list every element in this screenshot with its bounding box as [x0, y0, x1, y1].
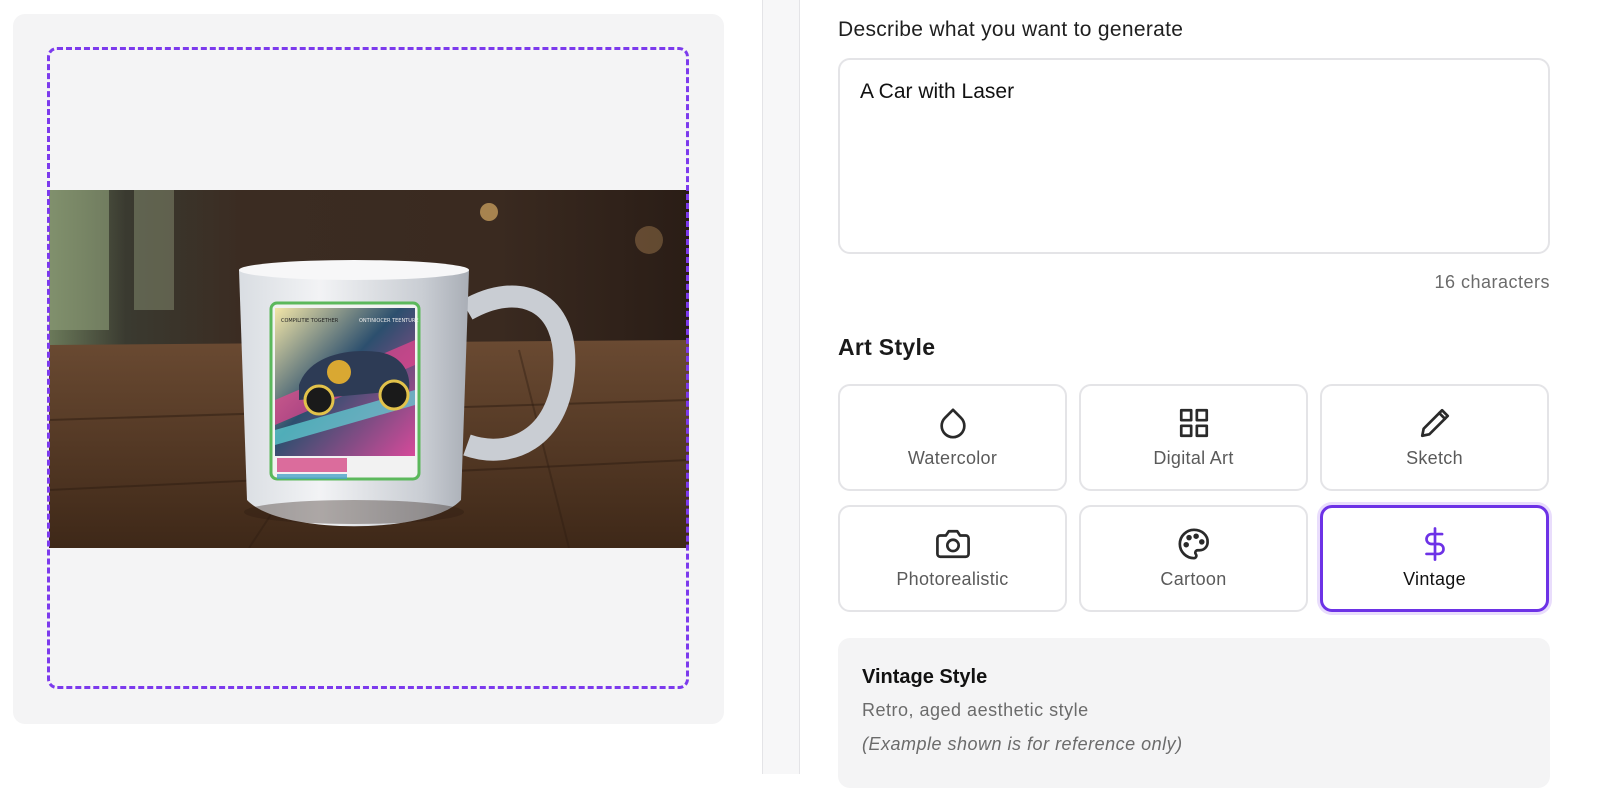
style-option-photorealistic[interactable]: Photorealistic — [838, 505, 1067, 612]
character-count: 16 characters — [1434, 272, 1550, 292]
prompt-label: Describe what you want to generate — [838, 18, 1184, 41]
style-option-vintage[interactable]: Vintage — [1320, 505, 1549, 612]
style-option-sketch[interactable]: Sketch — [1320, 384, 1549, 491]
camera-icon — [935, 527, 970, 561]
grid-icon — [1177, 406, 1211, 440]
palette-icon — [1177, 527, 1211, 561]
art-style-grid: Watercolor Digital Art Sketch Photoreali… — [838, 384, 1550, 612]
prompt-textarea[interactable]: A Car with Laser — [838, 58, 1550, 254]
style-info-note: (Example shown is for reference only) — [862, 734, 1183, 754]
panel-divider — [762, 0, 800, 774]
style-option-cartoon[interactable]: Cartoon — [1079, 505, 1308, 612]
style-info-description: Retro, aged aesthetic style — [862, 700, 1089, 720]
style-option-label: Sketch — [1406, 448, 1463, 468]
style-option-label: Watercolor — [907, 448, 998, 468]
style-option-watercolor[interactable]: Watercolor — [838, 384, 1067, 491]
style-option-label: Cartoon — [1160, 569, 1227, 589]
style-option-label: Digital Art — [1153, 448, 1234, 468]
print-area-outline[interactable] — [47, 47, 689, 689]
pencil-icon — [1418, 406, 1452, 440]
style-info-title: Vintage Style — [862, 666, 988, 688]
style-info-card: Vintage Style Retro, aged aesthetic styl… — [838, 638, 1550, 788]
style-option-label: Photorealistic — [896, 569, 1009, 589]
style-option-digital-art[interactable]: Digital Art — [1079, 384, 1308, 491]
droplet-icon — [936, 406, 970, 440]
style-option-label: Vintage — [1403, 569, 1466, 589]
dollar-icon — [1418, 527, 1452, 561]
art-style-title: Art Style — [838, 334, 936, 360]
